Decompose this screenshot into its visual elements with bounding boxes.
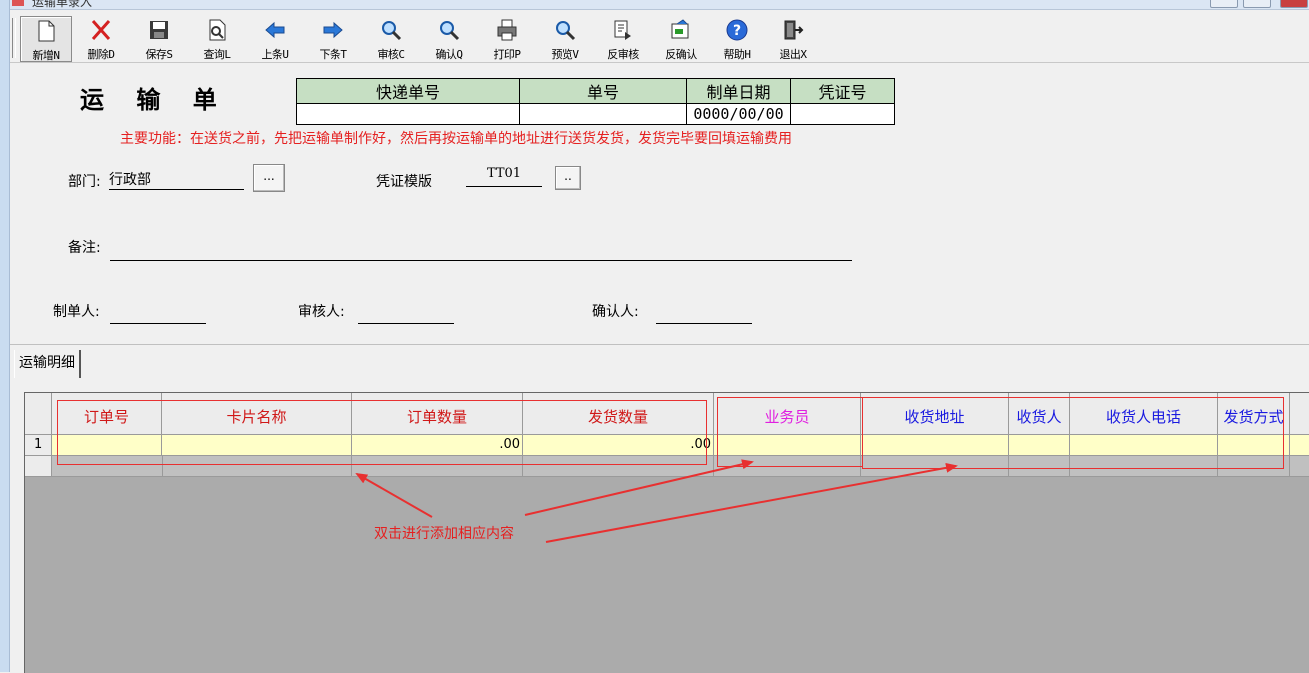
arrow-to-delivery-fields bbox=[545, 462, 958, 543]
annotation-arrows bbox=[355, 459, 958, 543]
arrow-to-order-fields bbox=[355, 473, 433, 518]
arrow-to-salesman bbox=[524, 459, 754, 516]
